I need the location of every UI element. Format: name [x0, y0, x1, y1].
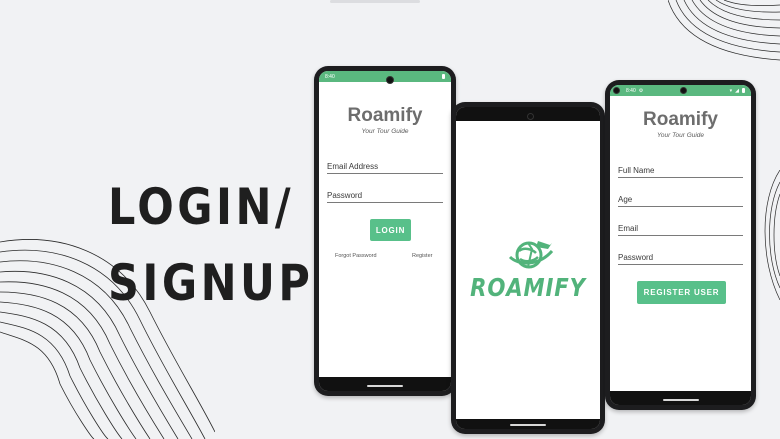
wave-lines-right-decoration — [668, 0, 780, 61]
signal-icon: ◢ — [735, 87, 739, 94]
email-field[interactable]: Email — [618, 224, 743, 236]
app-tagline: Your Tour Guide — [361, 128, 409, 135]
battery-icon — [742, 88, 745, 93]
front-camera-icon — [527, 113, 534, 120]
status-time: 8:40 — [626, 87, 636, 94]
settings-icon: ⚙ — [638, 87, 644, 94]
splash-phone: ROAMIFY — [451, 102, 605, 434]
home-indicator[interactable] — [367, 385, 403, 387]
login-phone: 8:40 Roamify Your Tour Guide Email Addre… — [314, 66, 456, 396]
brand-wordmark: ROAMIFY — [470, 273, 586, 302]
globe-plane-icon — [508, 241, 554, 269]
nav-bar — [610, 391, 751, 405]
front-camera-icon — [386, 76, 394, 84]
top-decor-bar — [330, 0, 420, 3]
password-field[interactable]: Password — [327, 191, 443, 203]
status-bar: 8:40 — [319, 71, 451, 82]
front-camera-icon — [680, 87, 687, 94]
front-camera-icon — [613, 87, 620, 94]
forgot-password-link[interactable]: Forgot Password — [335, 253, 377, 259]
wifi-icon: ▾ — [729, 87, 733, 94]
email-field[interactable]: Email Address — [327, 162, 443, 174]
headline-signup: SIGNUP — [108, 254, 314, 312]
battery-icon — [442, 74, 445, 79]
headline-login: LOGIN/ — [108, 178, 295, 236]
app-tagline: Your Tour Guide — [656, 132, 705, 139]
login-button[interactable]: LOGIN — [370, 219, 411, 241]
status-time: 8:40 — [325, 73, 335, 80]
splash-screen: ROAMIFY — [456, 107, 600, 429]
nav-bar — [456, 419, 600, 429]
age-field[interactable]: Age — [618, 195, 743, 207]
home-indicator[interactable] — [662, 399, 699, 401]
password-field[interactable]: Password — [618, 253, 743, 265]
app-title: Roamify — [347, 105, 423, 126]
register-screen: 8:40 ⚙ ▾ ◢ Roamify Your Tour Guide Full … — [610, 85, 751, 405]
login-screen: 8:40 Roamify Your Tour Guide Email Addre… — [319, 71, 451, 391]
nav-bar — [319, 377, 451, 391]
register-phone: 8:40 ⚙ ▾ ◢ Roamify Your Tour Guide Full … — [605, 80, 756, 410]
full-name-field[interactable]: Full Name — [618, 166, 743, 178]
home-indicator[interactable] — [510, 424, 546, 426]
app-title: Roamify — [643, 109, 718, 130]
register-user-button[interactable]: REGISTER USER — [637, 281, 726, 304]
register-link[interactable]: Register — [412, 253, 432, 259]
